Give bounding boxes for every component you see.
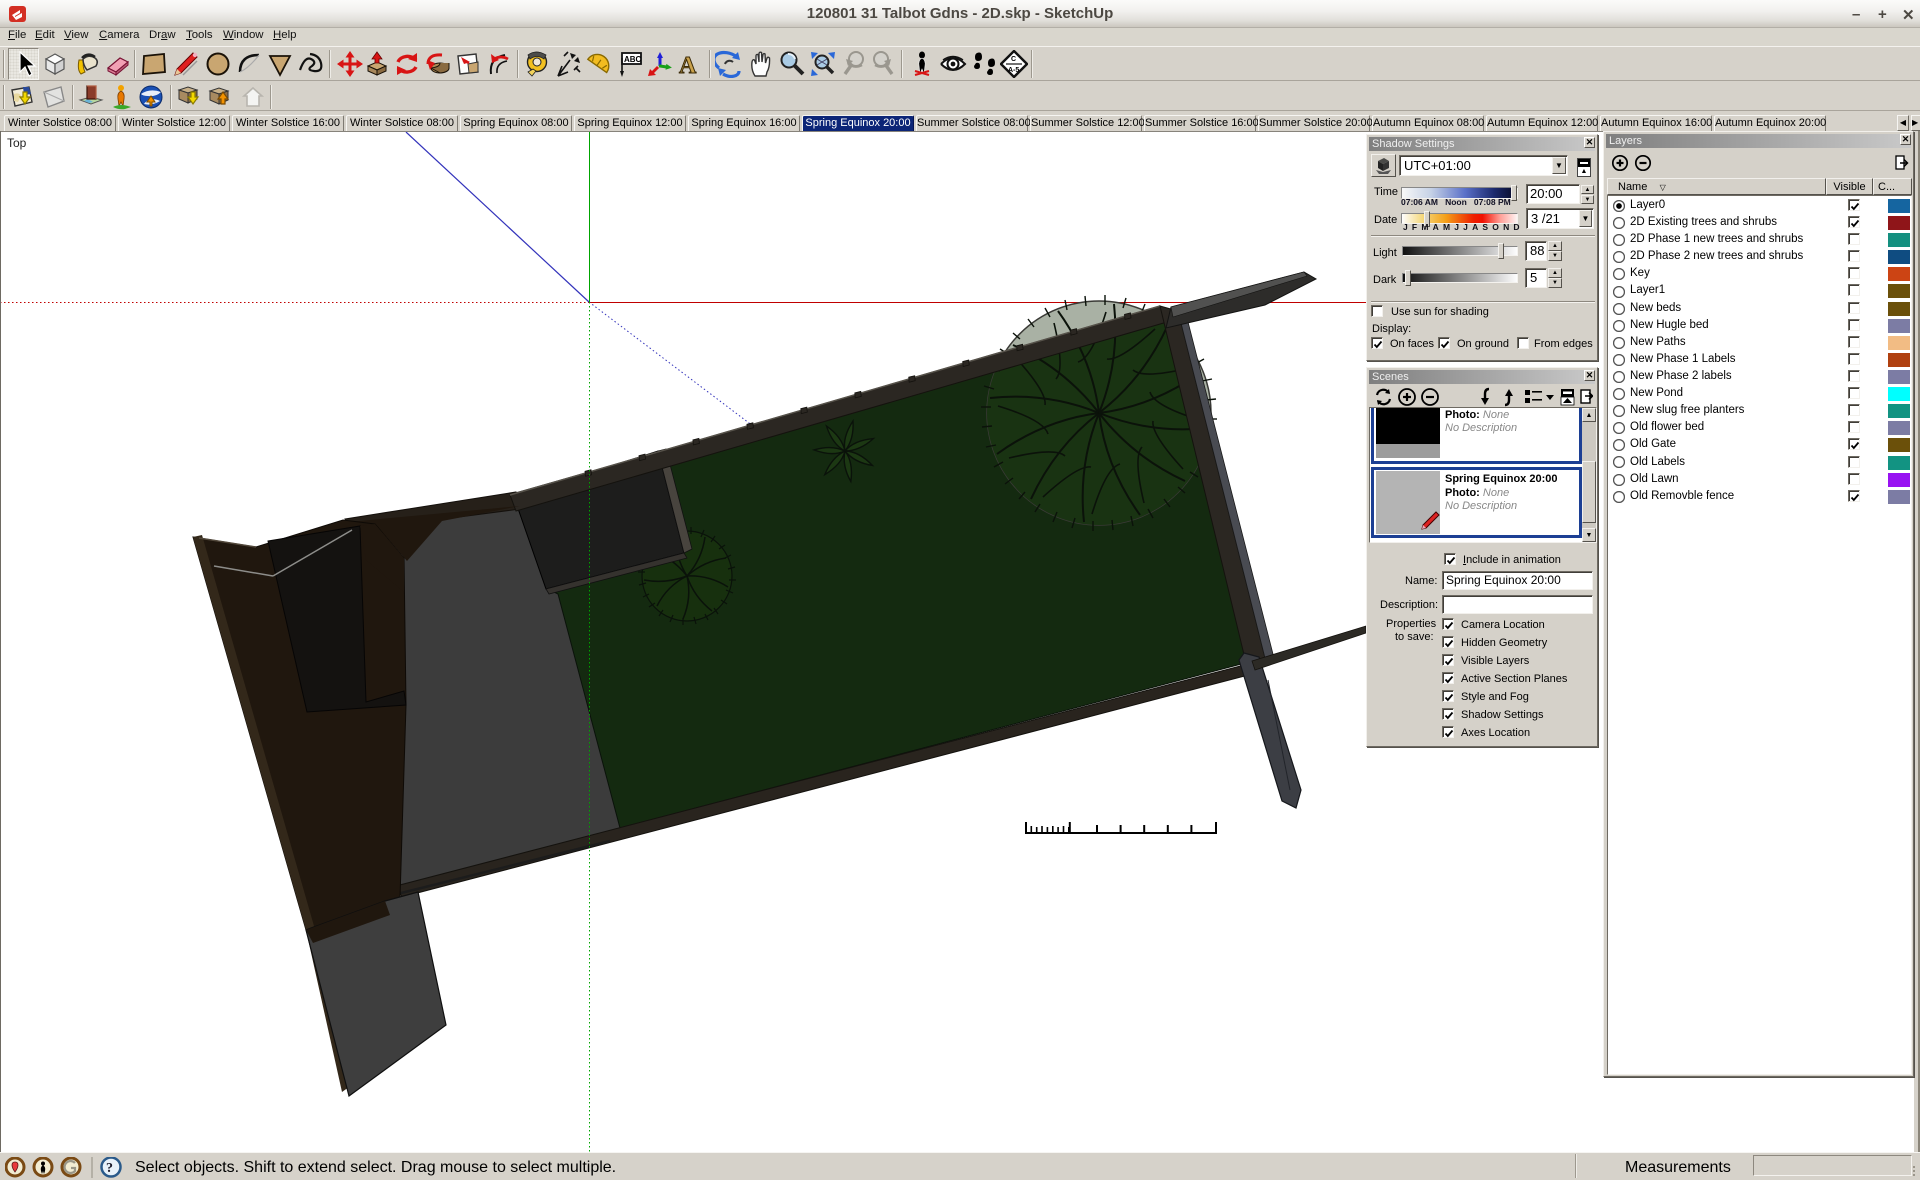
svg-text:A: A bbox=[679, 53, 697, 78]
svg-text:A-5: A-5 bbox=[1008, 67, 1019, 74]
svg-text:?: ? bbox=[106, 1161, 113, 1176]
svg-text:ABC: ABC bbox=[624, 55, 642, 64]
svg-text:C: C bbox=[1011, 56, 1016, 63]
